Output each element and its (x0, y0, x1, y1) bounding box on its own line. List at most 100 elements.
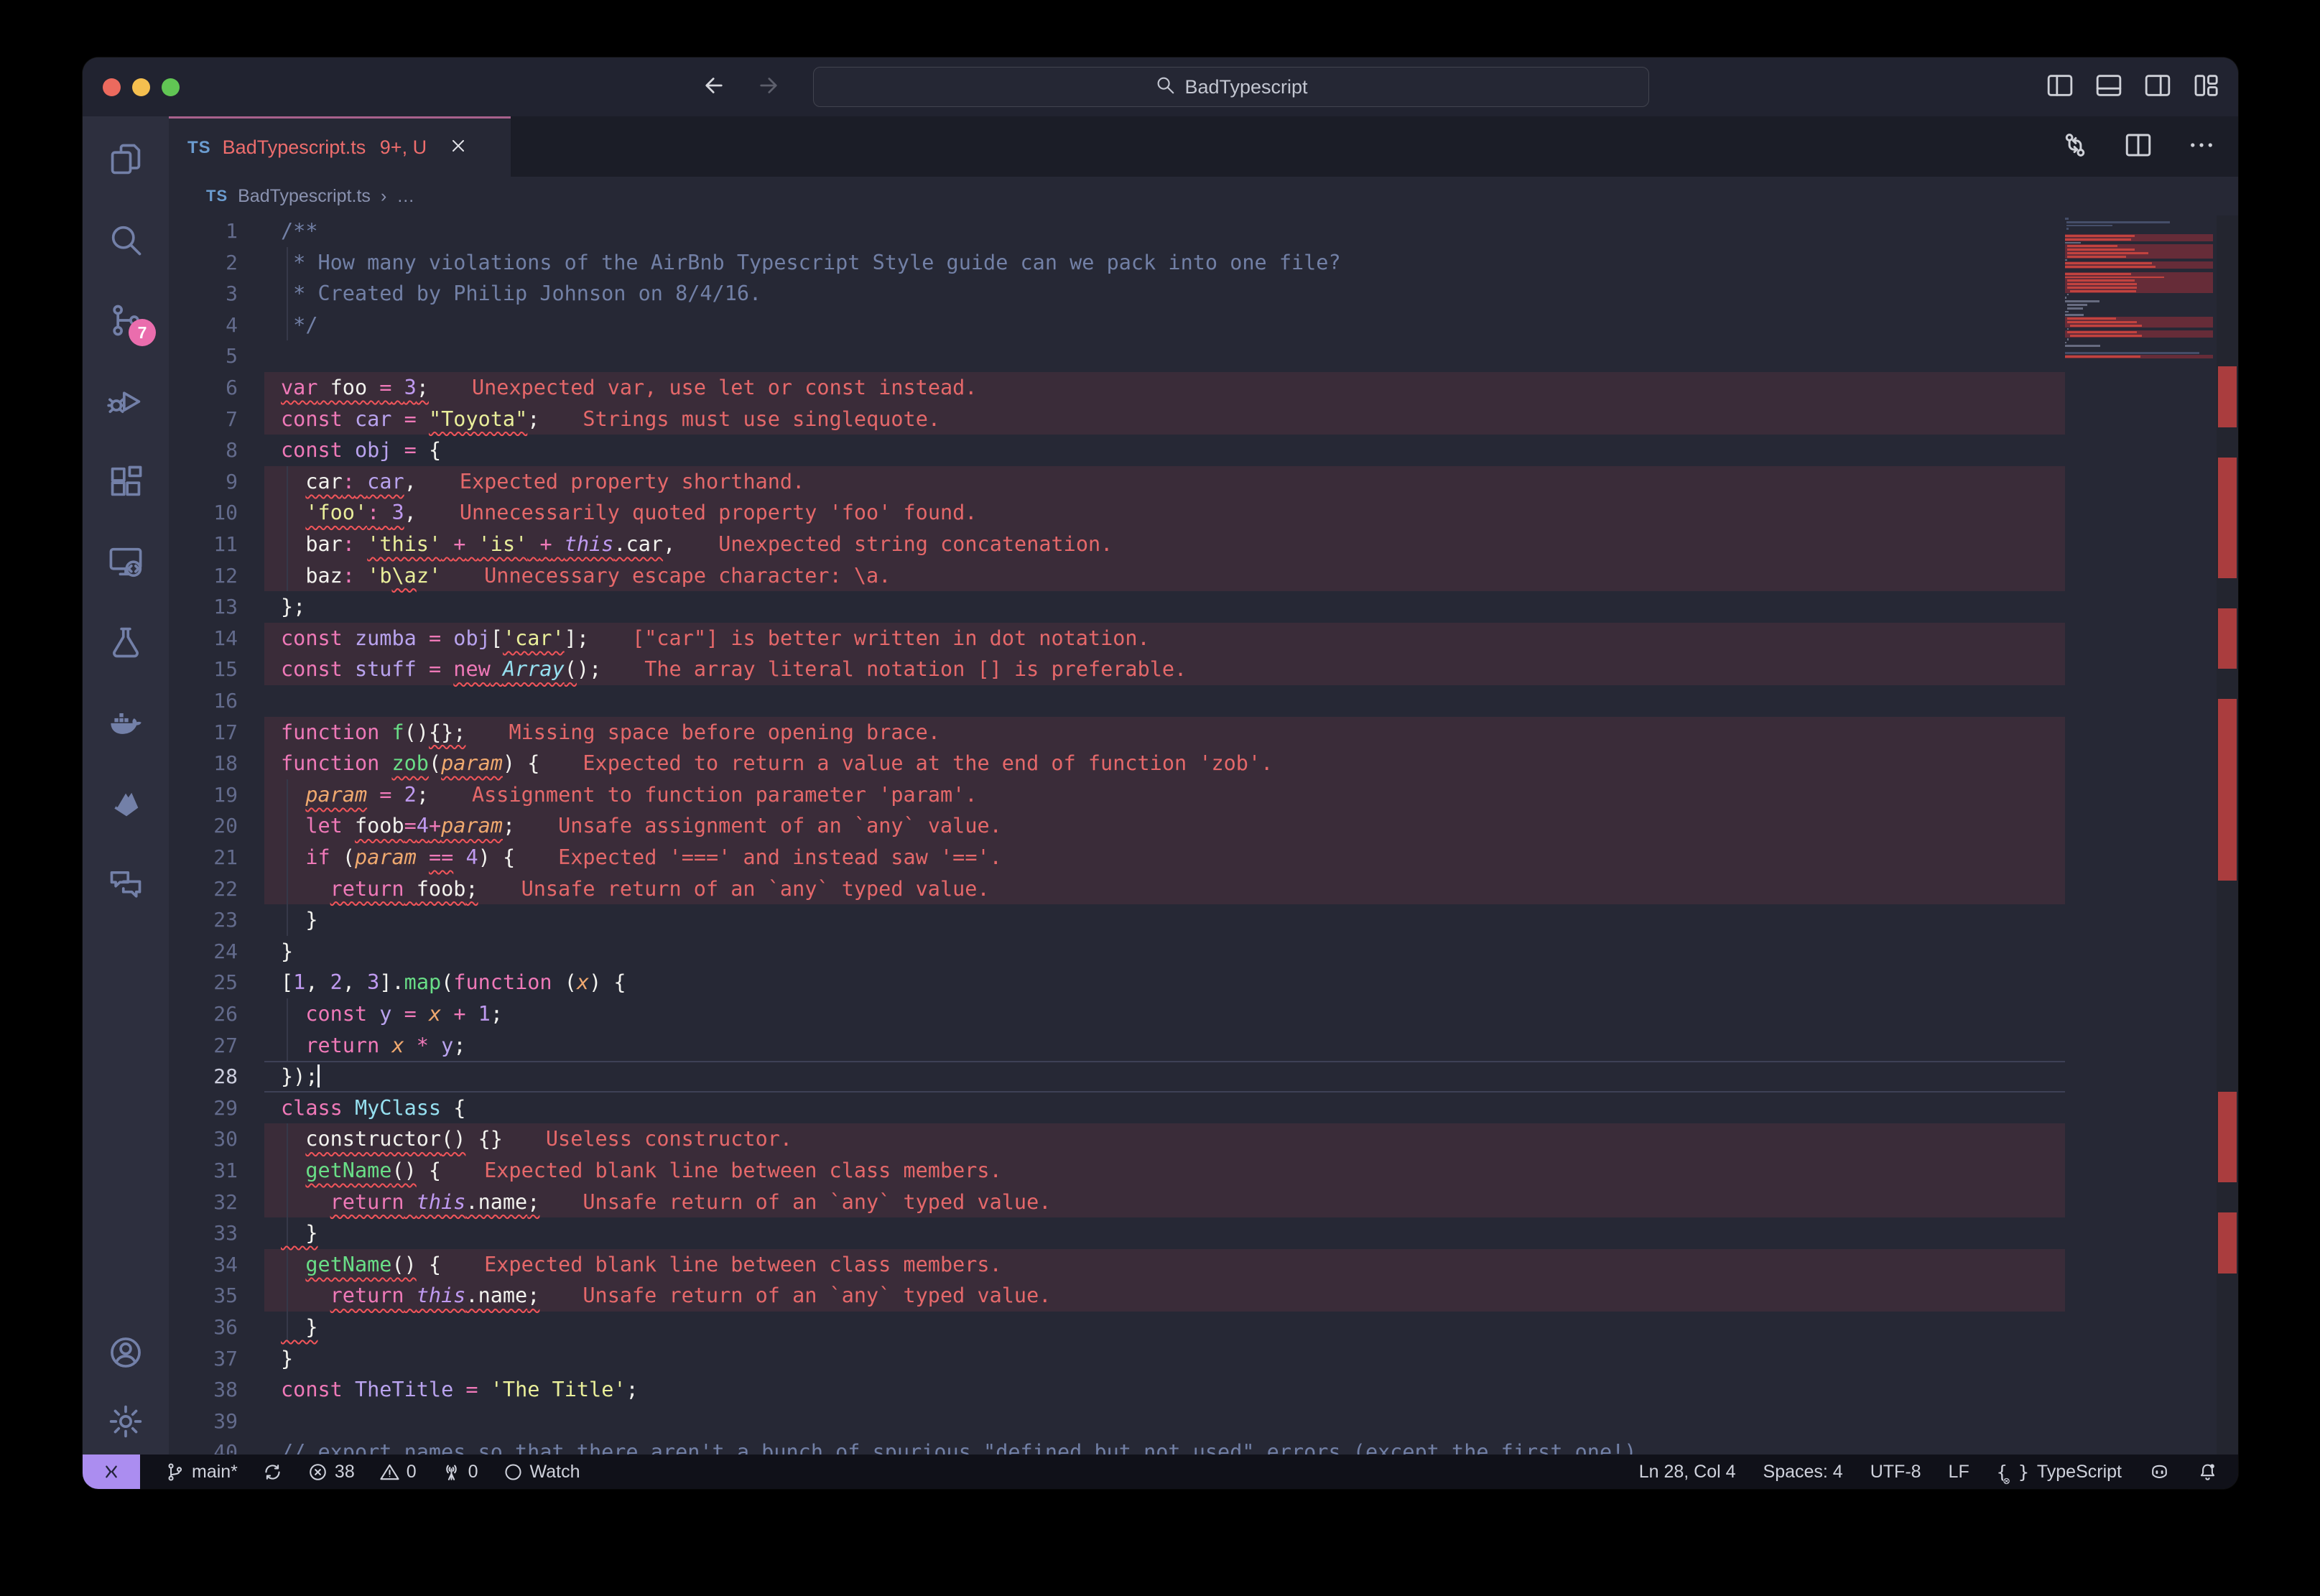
code-line[interactable]: 13}; (169, 591, 2238, 623)
code-line[interactable]: 32 return this.name;Unsafe return of an … (169, 1187, 2238, 1218)
back-arrow-icon[interactable] (700, 72, 728, 103)
code-line[interactable]: 25[1, 2, 3].map(function (x) { (169, 967, 2238, 998)
line-number: 23 (169, 904, 238, 936)
breadcrumb-more[interactable]: … (396, 186, 414, 207)
code-line[interactable]: 8const obj = { (169, 435, 2238, 466)
status-language-mode[interactable]: { }⊗TypeScript (1997, 1462, 2122, 1483)
error-squiggle: foob=4+param (355, 814, 503, 838)
code-line[interactable]: 10 'foo': 3,Unnecessarily quoted propert… (169, 497, 2238, 529)
error-squiggle: getName() (305, 1253, 416, 1276)
line-number: 11 (169, 529, 238, 560)
ruler-error-mark (2218, 396, 2237, 427)
activity-comments-icon[interactable] (107, 865, 144, 902)
status-eol[interactable]: LF (1949, 1462, 1969, 1483)
code-line[interactable]: 38const TheTitle = 'The Title'; (169, 1374, 2238, 1406)
code-line[interactable]: 35 return this.name;Unsafe return of an … (169, 1280, 2238, 1312)
code-line[interactable]: 15const stuff = new Array();The array li… (169, 654, 2238, 685)
code-line[interactable]: 24} (169, 936, 2238, 968)
status-encoding[interactable]: UTF-8 (1870, 1462, 1921, 1483)
code-line[interactable]: 27 return x * y; (169, 1030, 2238, 1062)
code-line[interactable]: 5 (169, 340, 2238, 372)
status-ports[interactable]: 0 (441, 1462, 478, 1483)
activity-docker-icon[interactable] (107, 704, 144, 741)
status-problems-errors[interactable]: 38 (307, 1462, 355, 1483)
code-line[interactable]: 3 * Created by Philip Johnson on 8/4/16. (169, 278, 2238, 310)
breadcrumb[interactable]: TS BadTypescript.ts › … (169, 177, 2238, 215)
code-line[interactable]: 1/** (169, 215, 2238, 247)
code-line[interactable]: 11 bar: 'this' + 'is' + this.car,Unexpec… (169, 529, 2238, 560)
status-copilot[interactable] (2149, 1462, 2170, 1483)
code-text: * How many violations of the AirBnb Type… (281, 247, 1341, 279)
code-line[interactable]: 39 (169, 1406, 2238, 1437)
code-line[interactable]: 33 } (169, 1217, 2238, 1249)
command-center-search[interactable]: BadTypescript (813, 67, 1649, 107)
activity-account-icon[interactable] (107, 1334, 144, 1371)
code-line[interactable]: 40// export names so that there aren't a… (169, 1437, 2238, 1455)
minimap[interactable] (2065, 217, 2213, 358)
code-line[interactable]: 29class MyClass { (169, 1092, 2238, 1124)
code-line[interactable]: 17function f(){};Missing space before op… (169, 717, 2238, 748)
status-branch[interactable]: main* (164, 1462, 238, 1483)
code-line[interactable]: 18function zob(param) {Expected to retur… (169, 748, 2238, 779)
activity-remote-explorer-icon[interactable] (107, 543, 144, 580)
more-actions-icon[interactable] (2186, 130, 2217, 164)
code-line[interactable]: 19 param = 2;Assignment to function para… (169, 779, 2238, 811)
close-window-button[interactable] (103, 78, 121, 96)
ruler-error-mark (2218, 1243, 2237, 1273)
open-changes-icon[interactable] (2060, 130, 2090, 164)
inline-error-message: Expected '===' and instead saw '=='. (558, 845, 1002, 869)
code-line[interactable]: 21 if (param == 4) {Expected '===' and i… (169, 842, 2238, 873)
activity-run-and-debug-icon[interactable] (107, 382, 144, 419)
remote-indicator[interactable] (83, 1455, 140, 1489)
status-problems-warnings[interactable]: 0 (379, 1462, 417, 1483)
status-sync[interactable] (262, 1462, 283, 1483)
code-line[interactable]: 20 let foob=4+param;Unsafe assignment of… (169, 810, 2238, 842)
code-editor[interactable]: 1/**2 * How many violations of the AirBn… (169, 215, 2238, 1455)
code-line[interactable]: 6var foo = 3;Unexpected var, use let or … (169, 372, 2238, 404)
overview-ruler[interactable] (2217, 215, 2238, 1455)
code-line[interactable]: 7const car = "Toyota";Strings must use s… (169, 404, 2238, 435)
activity-explorer-icon[interactable] (107, 141, 144, 178)
code-line[interactable]: 16 (169, 685, 2238, 717)
breadcrumb-file[interactable]: BadTypescript.ts (238, 186, 371, 207)
code-line[interactable]: 4 */ (169, 310, 2238, 341)
activity-search-icon[interactable] (107, 221, 144, 259)
code-line[interactable]: 36 } (169, 1312, 2238, 1343)
code-line[interactable]: 30 constructor() {}Useless constructor. (169, 1123, 2238, 1155)
panel-bottom-icon[interactable] (2094, 71, 2123, 103)
code-line[interactable]: 22 return foob;Unsafe return of an `any`… (169, 873, 2238, 905)
code-line[interactable]: 26 const y = x + 1; (169, 998, 2238, 1030)
code-line[interactable]: 37} (169, 1343, 2238, 1375)
activity-extensions-icon[interactable] (107, 463, 144, 500)
zoom-window-button[interactable] (162, 78, 180, 96)
layout-customize-icon[interactable] (2192, 71, 2221, 103)
line-number: 29 (169, 1092, 238, 1124)
code-text: const car = "Toyota";Strings must use si… (281, 404, 940, 435)
code-line[interactable]: 12 baz: 'b\az'Unnecessary escape charact… (169, 560, 2238, 592)
copilot-icon (2149, 1462, 2170, 1483)
activity-flame-icon[interactable] (107, 784, 144, 822)
activity-source-control-icon[interactable]: 7 (107, 302, 144, 339)
code-line[interactable]: 34 getName() {Expected blank line betwee… (169, 1249, 2238, 1281)
status-notifications[interactable] (2197, 1462, 2218, 1483)
code-line[interactable]: 9 car: car,Expected property shorthand. (169, 466, 2238, 498)
code-line[interactable]: 14const zumba = obj['car'];["car"] is be… (169, 623, 2238, 654)
code-text: const stuff = new Array();The array lite… (281, 654, 1187, 685)
status-indentation[interactable]: Spaces: 4 (1763, 1462, 1843, 1483)
code-line[interactable]: 23 } (169, 904, 2238, 936)
close-icon[interactable] (448, 136, 468, 159)
activity-testing-icon[interactable] (107, 623, 144, 661)
code-line[interactable]: 2 * How many violations of the AirBnb Ty… (169, 247, 2238, 279)
activity-settings-icon[interactable] (107, 1403, 144, 1440)
split-editor-icon[interactable] (2123, 130, 2153, 164)
code-line[interactable]: 31 getName() {Expected blank line betwee… (169, 1155, 2238, 1187)
forward-arrow-icon[interactable] (755, 72, 782, 103)
panel-right-icon[interactable] (2143, 71, 2172, 103)
tab-badtypescript[interactable]: TS BadTypescript.ts 9+, U (169, 116, 511, 177)
code-line[interactable]: 28}); (169, 1061, 2238, 1092)
code-text: } (281, 1343, 293, 1375)
panel-left-icon[interactable] (2046, 71, 2074, 103)
status-cursor-position[interactable]: Ln 28, Col 4 (1639, 1462, 1736, 1483)
minimize-window-button[interactable] (132, 78, 150, 96)
status-watch[interactable]: Watch (503, 1462, 580, 1483)
